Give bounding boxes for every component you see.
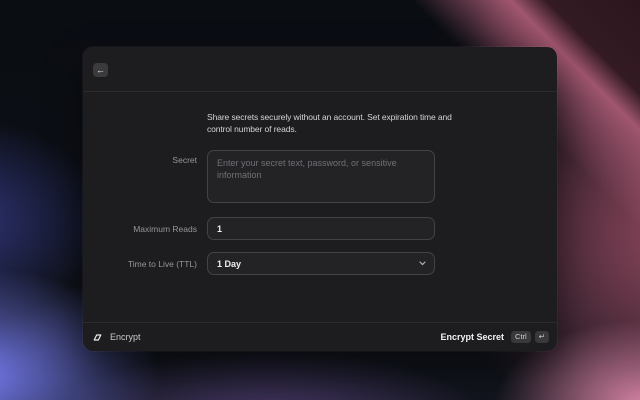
secret-textarea[interactable] — [207, 150, 435, 203]
ttl-label: Time to Live (TTL) — [83, 259, 197, 269]
app-name: Encrypt — [110, 332, 141, 342]
maximum-reads-label: Maximum Reads — [83, 224, 197, 234]
secret-field-row: Secret — [83, 150, 557, 203]
ttl-select[interactable]: 1 Day — [207, 252, 435, 275]
encrypt-secret-window: ← Share secrets securely without an acco… — [83, 47, 557, 351]
key-badge-ctrl: Ctrl — [511, 331, 531, 343]
maximum-reads-input[interactable] — [207, 217, 435, 240]
chevron-down-icon — [419, 261, 426, 266]
secret-label: Secret — [83, 150, 197, 165]
key-badge-return: ↵ — [535, 331, 549, 343]
encrypt-app-icon — [92, 332, 103, 343]
window-header: ← — [83, 47, 557, 92]
ttl-row: Time to Live (TTL) 1 Day — [83, 252, 557, 275]
ttl-selected-value: 1 Day — [217, 259, 241, 269]
form-description: Share secrets securely without an accoun… — [207, 111, 453, 135]
back-button[interactable]: ← — [93, 63, 108, 77]
form-content: Share secrets securely without an accoun… — [83, 93, 557, 322]
window-footer: Encrypt Encrypt Secret Ctrl ↵ — [83, 322, 557, 351]
footer-app-info: Encrypt — [92, 332, 141, 343]
back-arrow-icon: ← — [96, 64, 105, 77]
footer-primary-action[interactable]: Encrypt Secret Ctrl ↵ — [441, 331, 550, 343]
primary-action-label: Encrypt Secret — [441, 332, 505, 342]
maximum-reads-row: Maximum Reads — [83, 217, 557, 240]
